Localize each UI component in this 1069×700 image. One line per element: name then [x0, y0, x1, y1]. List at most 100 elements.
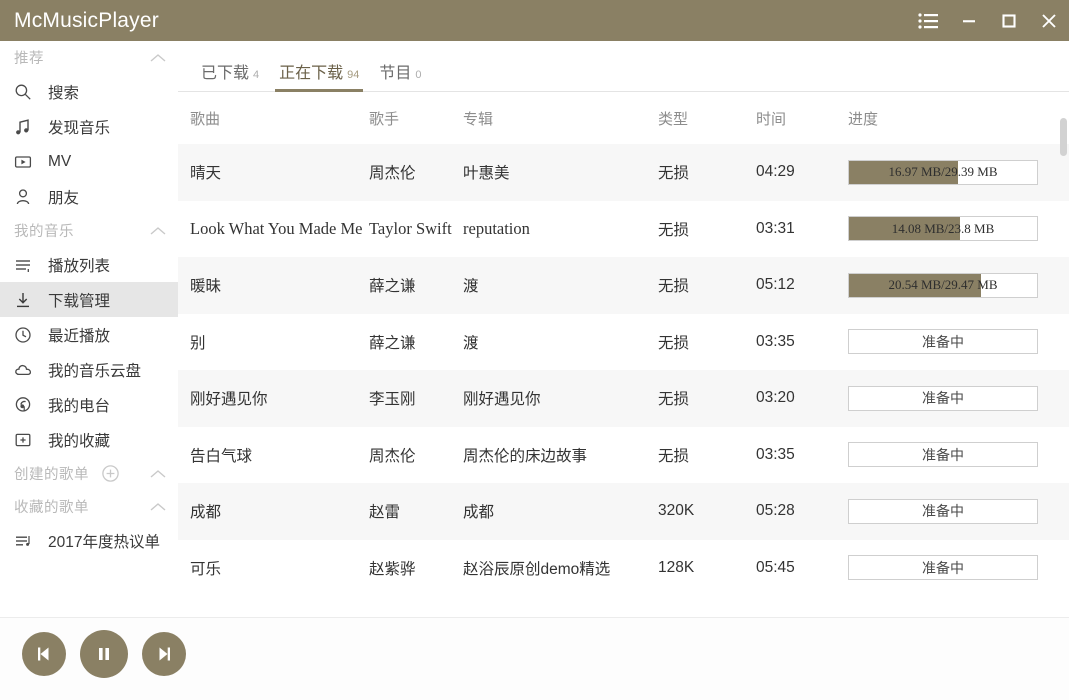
cell-type: 无损 [658, 221, 690, 239]
tab-programs[interactable]: 节目 0 [369, 59, 431, 92]
sidebar: 推荐 搜索 发现音乐 MV 朋友 我的音乐 播放列表 下载管理 最近播放 我的音… [0, 41, 178, 617]
cell-progress: 准备中 [848, 385, 1051, 411]
add-playlist-icon[interactable] [101, 464, 120, 483]
column-header-album[interactable]: 专辑 [463, 108, 658, 129]
sidebar-item-playlist[interactable]: 播放列表 [0, 247, 178, 282]
cell-artist: 赵雷 [369, 504, 401, 522]
cell-progress: 准备中 [848, 498, 1051, 524]
column-header-progress[interactable]: 进度 [848, 108, 1051, 129]
table-row[interactable]: 刚好遇见你 李玉刚 刚好遇见你 无损 03:20 准备中 [178, 370, 1069, 427]
tab-label: 节目 [379, 65, 412, 82]
pause-icon[interactable] [80, 630, 128, 678]
cell-song: 别 [190, 334, 206, 352]
vertical-scrollbar[interactable] [1060, 92, 1067, 617]
sidebar-item-label: 播放列表 [48, 257, 111, 275]
section-label: 创建的歌单 [14, 467, 89, 483]
table-row[interactable]: 告白气球 周杰伦 周杰伦的床边故事 无损 03:35 准备中 [178, 427, 1069, 484]
progress-label: 16.97 MB/29.39 MB [888, 164, 998, 180]
next-track-icon[interactable] [142, 632, 186, 676]
cell-type: 128K [658, 558, 695, 576]
cell-progress: 准备中 [848, 329, 1051, 355]
progress-bar[interactable]: 准备中 [848, 442, 1038, 468]
sidebar-item-label: 我的音乐云盘 [48, 362, 142, 380]
sidebar-section-favorite-playlists[interactable]: 收藏的歌单 [0, 490, 178, 523]
table-row[interactable]: 别 薛之谦 渡 无损 03:35 准备中 [178, 314, 1069, 371]
cell-artist: 赵紫骅 [369, 560, 416, 578]
sidebar-item-discover-music[interactable]: 发现音乐 [0, 109, 178, 144]
cell-album: 周杰伦的床边故事 [463, 447, 588, 465]
cell-progress: 准备中 [848, 442, 1051, 468]
cell-duration: 05:45 [756, 558, 795, 576]
tab-label: 已下载 [201, 65, 250, 82]
minimize-icon[interactable] [949, 0, 989, 41]
sidebar-item-mv[interactable]: MV [0, 144, 178, 179]
progress-label: 14.08 MB/23.8 MB [891, 220, 995, 236]
sidebar-item-friends[interactable]: 朋友 [0, 179, 178, 214]
chevron-up-icon[interactable] [150, 502, 166, 512]
sidebar-item-download-manager[interactable]: 下载管理 [0, 282, 178, 317]
sidebar-section-my-music[interactable]: 我的音乐 [0, 214, 178, 247]
search-icon [14, 83, 40, 101]
table-header-row: 歌曲 歌手 专辑 类型 时间 进度 [178, 92, 1069, 144]
close-icon[interactable] [1029, 0, 1069, 41]
progress-bar[interactable]: 14.08 MB/23.8 MB [848, 216, 1038, 242]
cell-album: 叶惠美 [463, 165, 510, 183]
progress-label: 准备中 [922, 503, 964, 520]
progress-bar[interactable]: 准备中 [848, 329, 1038, 355]
chevron-up-icon[interactable] [150, 469, 166, 479]
sidebar-item-playlist-2017[interactable]: 2017年度热议单 [0, 523, 178, 558]
table-row[interactable] [178, 596, 1069, 617]
table-row[interactable]: 成都 赵雷 成都 320K 05:28 准备中 [178, 483, 1069, 540]
table-row[interactable]: 暖昧 薛之谦 渡 无损 05:12 20.54 MB/29.47 MB [178, 257, 1069, 314]
cell-song: Look What You Made Me [190, 218, 363, 238]
sidebar-item-search[interactable]: 搜索 [0, 74, 178, 109]
sidebar-item-music-cloud[interactable]: 我的音乐云盘 [0, 352, 178, 387]
cloud-icon [14, 361, 40, 379]
menu-icon[interactable] [909, 0, 949, 41]
download-tabs: 已下载 4 正在下载 94 节目 0 [178, 41, 1069, 92]
tab-downloaded[interactable]: 已下载 4 [191, 59, 269, 92]
sidebar-item-label: 朋友 [48, 189, 80, 207]
column-header-song[interactable]: 歌曲 [178, 108, 369, 129]
table-row[interactable]: Look What You Made Me Taylor Swift reputat… [178, 201, 1069, 258]
previous-track-icon[interactable] [22, 632, 66, 676]
cell-duration: 04:29 [756, 163, 795, 181]
progress-label: 20.54 MB/29.47 MB [888, 277, 998, 293]
progress-label: 准备中 [922, 333, 964, 350]
progress-bar[interactable]: 准备中 [848, 385, 1038, 411]
sidebar-section-recommend[interactable]: 推荐 [0, 41, 178, 74]
sidebar-item-my-collection[interactable]: 我的收藏 [0, 422, 178, 457]
sidebar-item-recent-played[interactable]: 最近播放 [0, 317, 178, 352]
column-header-artist[interactable]: 歌手 [369, 108, 463, 129]
cell-progress: 16.97 MB/29.39 MB [848, 159, 1051, 185]
maximize-icon[interactable] [989, 0, 1029, 41]
tab-label: 正在下载 [279, 65, 344, 82]
cell-artist: 周杰伦 [369, 447, 416, 465]
table-row[interactable]: 晴天 周杰伦 叶惠美 无损 04:29 16.97 MB/29.39 MB [178, 144, 1069, 201]
column-header-duration[interactable]: 时间 [756, 108, 848, 129]
column-header-type[interactable]: 类型 [658, 108, 756, 129]
cell-progress: 准备中 [848, 555, 1051, 581]
progress-bar[interactable]: 准备中 [848, 555, 1038, 581]
cell-artist: 李玉刚 [369, 391, 416, 409]
sidebar-item-label: 我的电台 [48, 397, 111, 415]
sidebar-item-radio[interactable]: 我的电台 [0, 387, 178, 422]
progress-bar[interactable]: 准备中 [848, 498, 1038, 524]
progress-bar[interactable]: 16.97 MB/29.39 MB [848, 159, 1038, 185]
cell-type: 无损 [658, 278, 690, 296]
sidebar-item-label: 发现音乐 [48, 119, 111, 137]
playlist-icon [14, 256, 40, 274]
scrollbar-thumb[interactable] [1060, 118, 1067, 156]
progress-bar[interactable]: 20.54 MB/29.47 MB [848, 272, 1038, 298]
playlist-note-icon [14, 532, 40, 550]
chevron-up-icon[interactable] [150, 53, 166, 63]
sidebar-section-created-playlists[interactable]: 创建的歌单 [0, 457, 178, 490]
table-body: 晴天 周杰伦 叶惠美 无损 04:29 16.97 MB/29.39 MB Look Wha… [178, 144, 1069, 617]
cell-artist: 薛之谦 [369, 334, 416, 352]
table-row[interactable]: 可乐 赵紫骅 赵浴辰原创demo精选 128K 05:45 准备中 [178, 540, 1069, 597]
cell-type: 无损 [658, 447, 690, 465]
chevron-up-icon[interactable] [150, 226, 166, 236]
cell-duration: 05:12 [756, 276, 795, 294]
cell-type: 无损 [658, 165, 690, 183]
tab-downloading[interactable]: 正在下载 94 [269, 59, 369, 92]
